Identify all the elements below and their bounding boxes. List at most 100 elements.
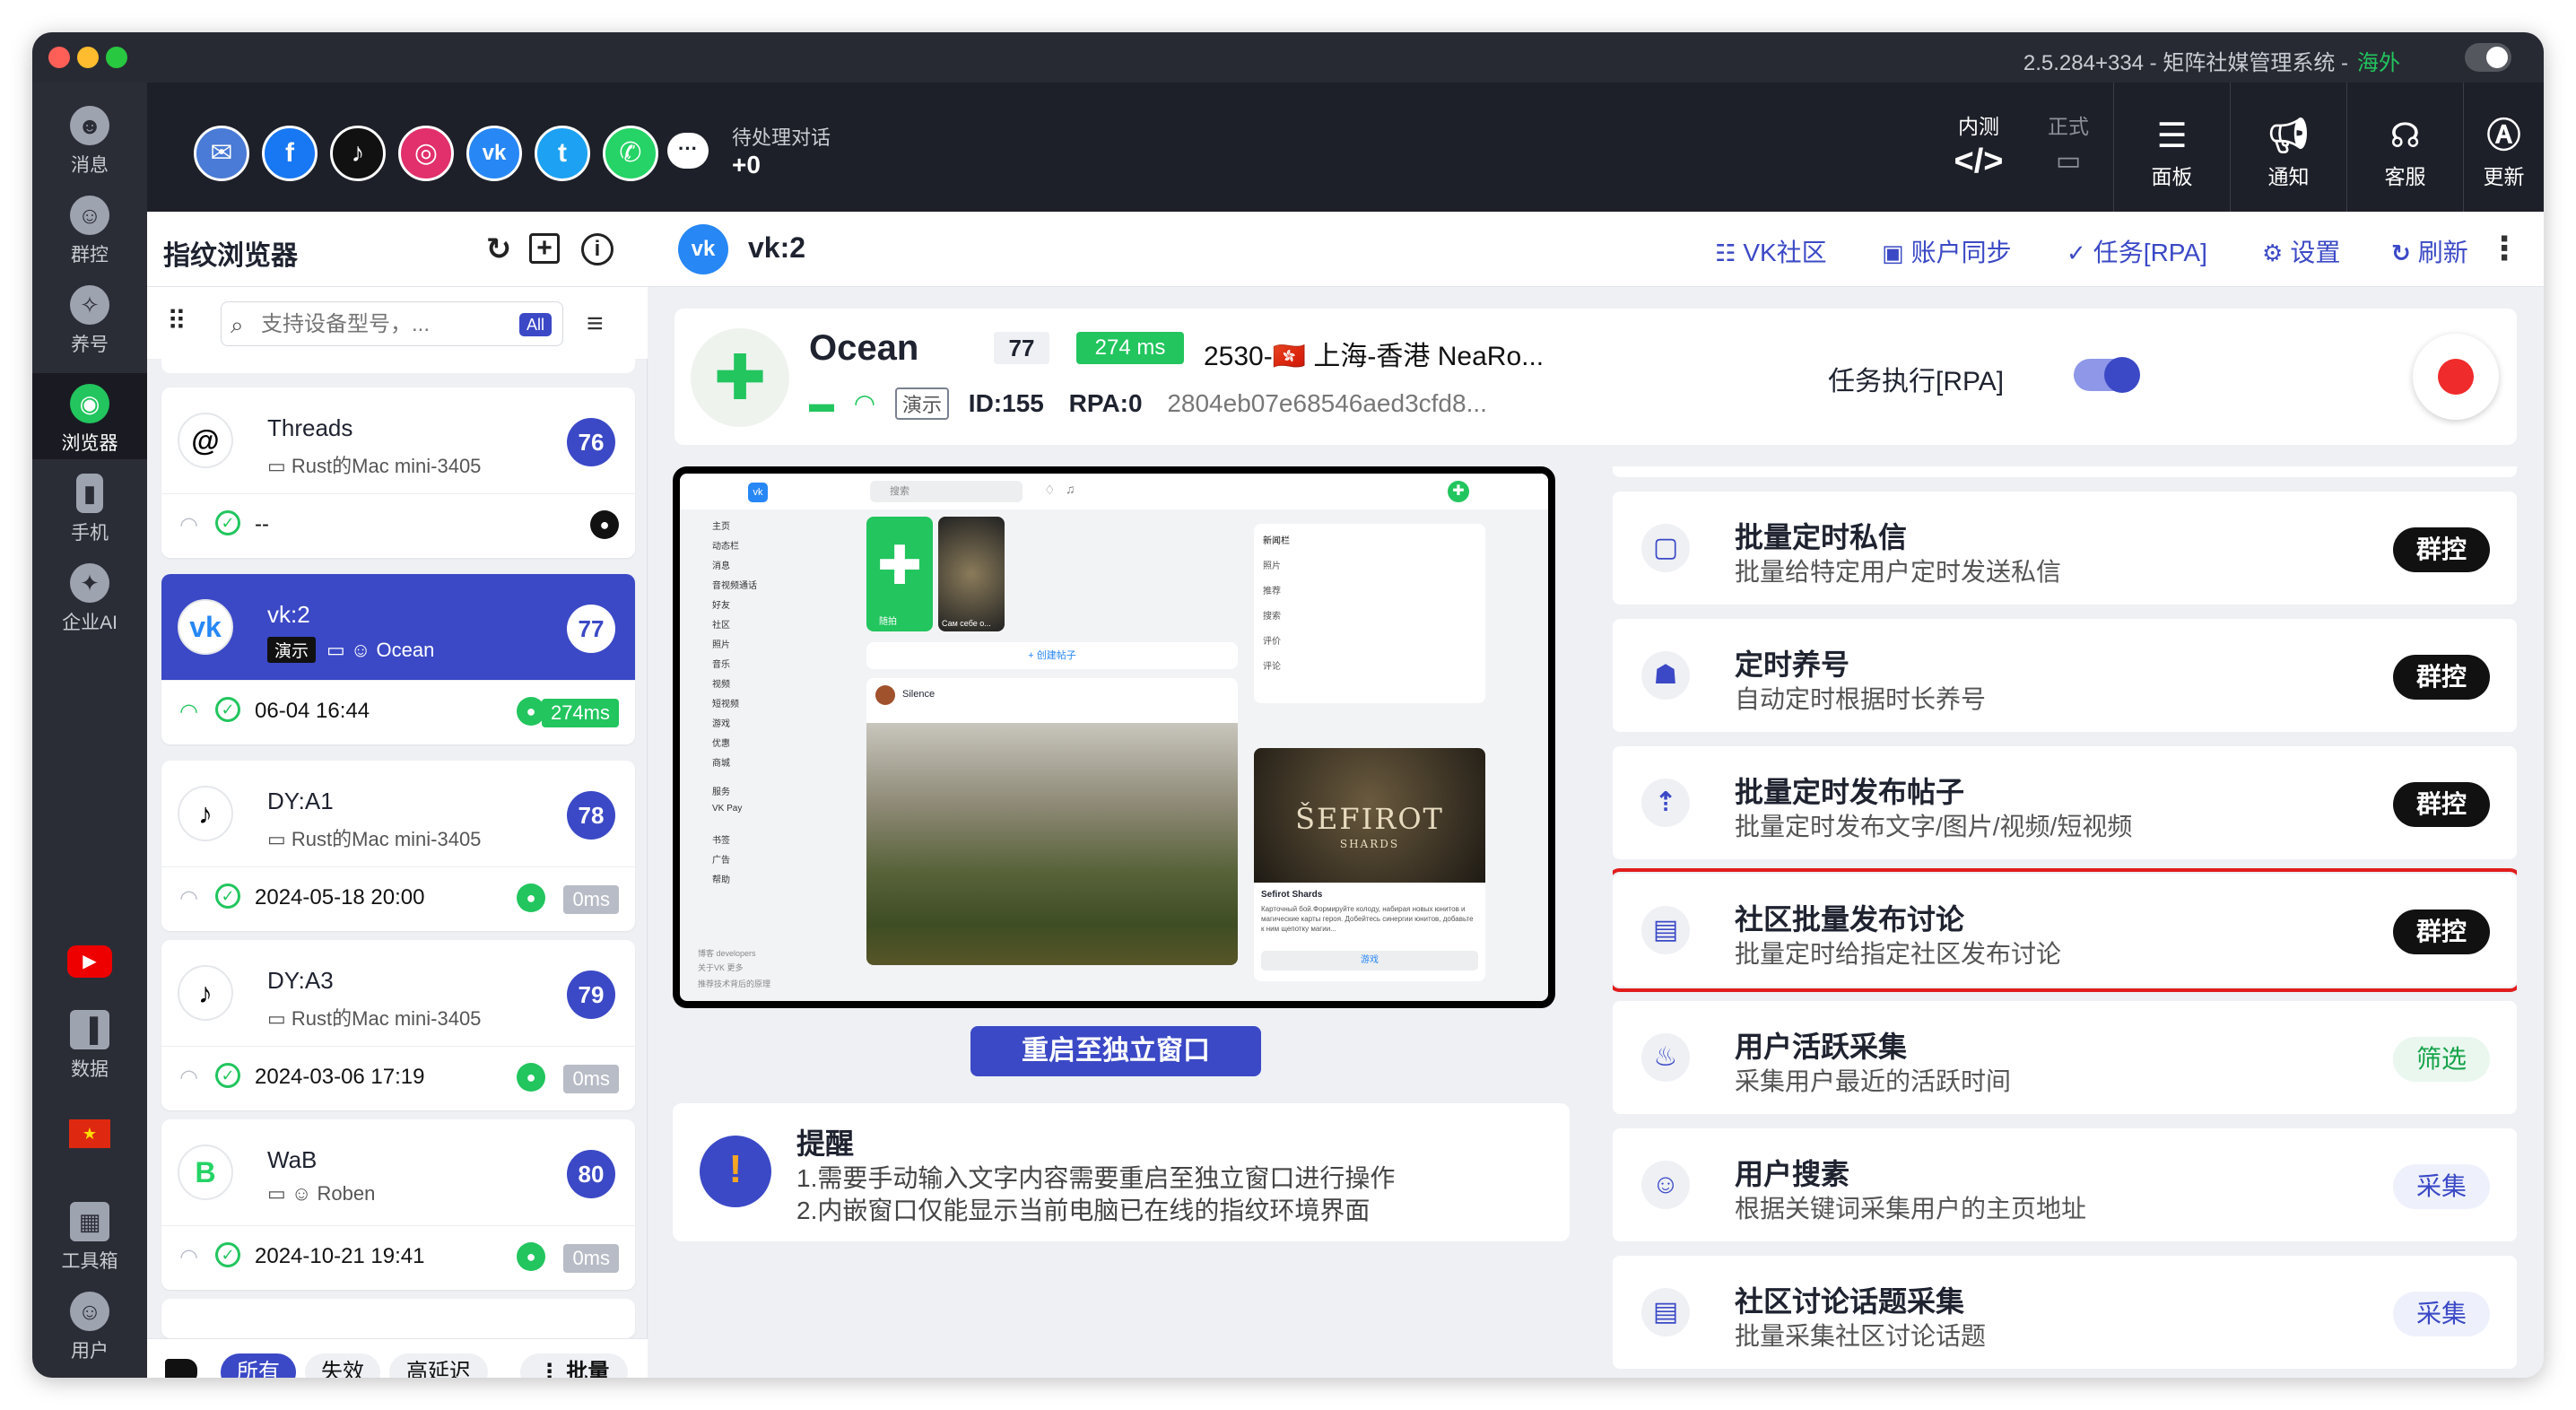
profile-name: Ocean: [809, 328, 919, 368]
batch-button[interactable]: ⋮ 批量: [520, 1353, 628, 1378]
task-item[interactable]: ▤ 社区批量发布讨论 批量定时给指定社区发布讨论 群控: [1613, 868, 2517, 992]
panel-button[interactable]: ☰ 面板: [2113, 83, 2230, 212]
filter-all-button[interactable]: 所有: [221, 1353, 296, 1378]
sidebar-item-toolbox[interactable]: ▦ 工具箱: [32, 1191, 147, 1277]
pending-conversations[interactable]: ··· 待处理对话 +0: [667, 109, 936, 190]
refresh-icon[interactable]: ↻: [479, 230, 518, 269]
search-scope-badge[interactable]: All: [518, 313, 552, 336]
preview-feed: ✚ 随拍 Сам себе о... + 创建帖子 Silence: [866, 517, 1243, 1001]
bell-icon: ♢: [1044, 483, 1056, 497]
tag-icon[interactable]: [165, 1359, 197, 1378]
card-header: @ Threads ▭ Rust的Mac mini-3405 76: [161, 387, 635, 493]
vk-icon[interactable]: vk: [466, 126, 522, 181]
preview-topbar: vk 搜索 ♢ ♫ ✚: [680, 474, 1548, 509]
tiktok-icon: ♪: [178, 786, 233, 841]
filter-high-latency-button[interactable]: 高延迟: [389, 1353, 488, 1378]
vk-community-button[interactable]: ☷ VK社区: [1715, 233, 1827, 269]
list-item[interactable]: B WaB ▭ ☺ Roben 80 ◠ ✓ 2024-10-21 19:41 …: [161, 1119, 635, 1290]
list-item[interactable]: @ Threads ▭ Rust的Mac mini-3405 76 ◠ ✓ --…: [161, 387, 635, 558]
latency-badge: 0ms: [563, 885, 619, 914]
facebook-icon[interactable]: f: [262, 126, 318, 181]
language-button[interactable]: ★: [32, 1103, 147, 1166]
sidebar-item-data[interactable]: ▐ 数据: [32, 999, 147, 1085]
restart-standalone-button[interactable]: 重启至独立窗口: [970, 1026, 1261, 1076]
task-badge-button[interactable]: 筛选: [2393, 1037, 2490, 1082]
youtube-button[interactable]: ▶: [32, 931, 147, 994]
list-item[interactable]: ♪ DY:A3 ▭ Rust的Mac mini-3405 79 ◠ ✓ 2024…: [161, 940, 635, 1110]
settings-button[interactable]: ⚙ 设置: [2262, 233, 2340, 269]
notice-button[interactable]: 📢︎ 通知: [2230, 83, 2346, 212]
proxy-location: 2530-🇭🇰 上海-香港 NeaRo...: [1204, 342, 1545, 371]
task-badge-button[interactable]: 群控: [2393, 782, 2490, 827]
stop-button[interactable]: [2413, 334, 2499, 420]
task-item[interactable]: ☗ 定时养号 自动定时根据时长养号 群控: [1613, 619, 2517, 732]
task-badge-button[interactable]: 采集: [2393, 1164, 2490, 1209]
refresh-button[interactable]: ↻ 刷新: [2391, 233, 2468, 269]
task-rpa-button[interactable]: ✓ 任务[RPA]: [2067, 233, 2207, 269]
instagram-icon[interactable]: ◎: [398, 126, 454, 181]
task-badge-button[interactable]: 群控: [2393, 655, 2490, 700]
preview-menu-item: 服务: [712, 788, 730, 797]
preview-menu-item: 音乐: [712, 660, 730, 670]
customer-service-button[interactable]: ☊ 客服: [2346, 83, 2463, 212]
tiktok-icon[interactable]: ♪: [330, 126, 386, 181]
task-description: 批量采集社区讨论话题: [1735, 1322, 1987, 1350]
sidebar-item-group-control[interactable]: ☺ 群控: [32, 185, 147, 271]
twitter-icon[interactable]: t: [535, 126, 590, 181]
pending-label: 待处理对话: [732, 126, 831, 149]
sidebar-item-enterprise-ai[interactable]: ✦ 企业AI: [32, 553, 147, 639]
minimize-window-button[interactable]: [77, 47, 99, 68]
task-title: 批量定时私信: [1735, 521, 1908, 553]
check-icon: ✓: [215, 510, 240, 535]
task-item[interactable]: ▤ 社区讨论话题采集 批量采集社区讨论话题 采集: [1613, 1256, 2517, 1369]
info-icon[interactable]: i: [581, 233, 614, 265]
beta-channel-button[interactable]: 内测 </>: [1934, 83, 2023, 212]
sidebar-item-messages[interactable]: ☻ 消息: [32, 95, 147, 181]
sidebar-item-label: 手机: [71, 523, 109, 544]
card-status: ◠ ✓ 2024-05-18 20:00 ● 0ms: [161, 866, 635, 931]
maximize-window-button[interactable]: [106, 47, 127, 68]
preview-search: 搜索: [870, 481, 1023, 502]
theme-toggle[interactable]: [2465, 43, 2511, 72]
task-item[interactable]: ▢ 批量定时私信 批量给特定用户定时发送私信 群控: [1613, 492, 2517, 605]
embedded-browser-preview[interactable]: vk 搜索 ♢ ♫ ✚ 主页 动态栏 消息 音视频通话 好友 社区 照片 音乐 视频 短视频 游戏优…: [673, 466, 1555, 1008]
add-profile-icon[interactable]: +: [529, 233, 560, 264]
rpa-toggle[interactable]: [2074, 357, 2140, 393]
task-item[interactable]: ☺ 用户搜素 根据关键词采集用户的主页地址 采集: [1613, 1128, 2517, 1241]
sidebar-item-phone[interactable]: ▮ 手机: [32, 463, 147, 549]
demo-badge: 演示: [267, 637, 317, 663]
sidebar-item-label: 工具箱: [61, 1251, 118, 1272]
preview-ad: ŠEFIROT SHARDS Sefirot Shards Карточный б…: [1254, 748, 1485, 981]
task-title: 社区批量发布讨论: [1735, 903, 1965, 936]
account-sync-button[interactable]: ▣ 账户同步: [1882, 233, 2012, 269]
whatsapp-icon[interactable]: ✆: [603, 126, 658, 181]
task-item[interactable]: ⇡ 批量定时发布帖子 批量定时发布文字/图片/视频/短视频 群控: [1613, 746, 2517, 859]
more-icon[interactable]: ⋮: [2488, 230, 2520, 267]
preview-menu-item: 照片: [712, 640, 730, 650]
globe-icon: ●: [590, 510, 619, 539]
list-item-selected[interactable]: vk vk:2 演示 ▭ ☺ Ocean 77 ◠ ✓ 06-04 16:44 ●…: [161, 574, 635, 744]
filter-invalid-button[interactable]: 失效: [305, 1353, 380, 1378]
grid-view-icon[interactable]: ⠿: [167, 307, 197, 337]
main-sidebar: ☻ 消息 ☺ 群控 ✧ 养号 ◉ 浏览器 ▮ 手机 ✦ 企业AI ▶ ▐ 数据 ★ ▦ 工具箱 …: [32, 83, 147, 1378]
task-item[interactable]: ♨ 用户活跃采集 采集用户最近的活跃时间 筛选: [1613, 1001, 2517, 1114]
sidebar-item-label: 浏览器: [61, 433, 118, 454]
region-label: 海外: [2357, 51, 2400, 75]
sidebar-item-user[interactable]: ☺ 用户: [32, 1281, 147, 1367]
close-window-button[interactable]: [48, 47, 70, 68]
rpa-label: 任务执行[RPA]: [1828, 367, 2005, 396]
sidebar-item-browser[interactable]: ◉ 浏览器: [32, 373, 147, 459]
update-button[interactable]: Ⓐ 更新: [2463, 83, 2544, 212]
release-channel-button[interactable]: 正式 ▭: [2023, 83, 2113, 212]
youtube-icon: ▶: [67, 945, 112, 978]
sort-icon[interactable]: ≡: [587, 307, 604, 340]
task-badge-button[interactable]: 采集: [2393, 1292, 2490, 1336]
task-badge-button[interactable]: 群控: [2393, 527, 2490, 572]
card-time: 06-04 16:44: [255, 699, 370, 723]
sidebar-item-nurture[interactable]: ✧ 养号: [32, 274, 147, 361]
search-input[interactable]: [261, 309, 503, 340]
task-badge-button[interactable]: 群控: [2393, 910, 2490, 954]
latency-badge: 0ms: [563, 1065, 619, 1093]
email-app-icon[interactable]: ✉: [194, 126, 249, 181]
list-item[interactable]: ♪ DY:A1 ▭ Rust的Mac mini-3405 78 ◠ ✓ 2024…: [161, 761, 635, 931]
